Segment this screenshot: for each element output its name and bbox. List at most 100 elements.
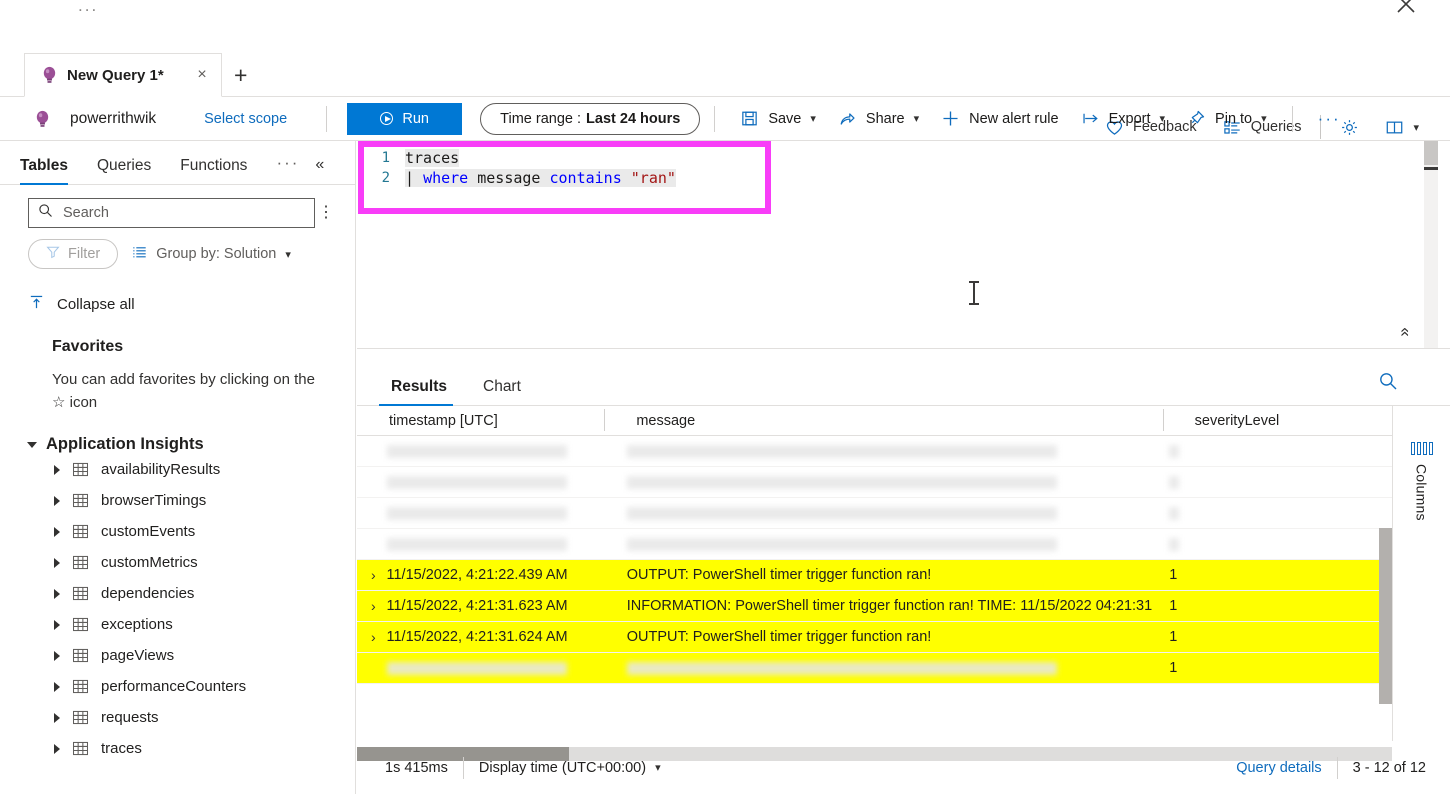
pin-to-button[interactable]: Pin to ▾ [1176, 103, 1278, 135]
chevron-down-icon[interactable]: ▾ [285, 248, 291, 261]
code-text[interactable]: traces [405, 149, 460, 167]
export-button[interactable]: Export ▾ [1070, 103, 1176, 135]
display-time-selector[interactable]: Display time (UTC+00:00) ▾ [479, 760, 661, 776]
cell-message [626, 444, 1169, 458]
table-row[interactable] [357, 467, 1392, 498]
column-header-timestamp[interactable]: timestamp [UTC] [357, 413, 604, 429]
table-icon [72, 647, 89, 664]
caret-right-icon[interactable] [54, 495, 60, 506]
table-row[interactable] [357, 529, 1392, 560]
table-icon [72, 678, 89, 695]
table-item-performancecounters[interactable]: performanceCounters [0, 671, 355, 702]
caret-right-icon[interactable] [54, 526, 60, 537]
query-editor[interactable]: 1 traces 2 | where message contains "ran" « [357, 141, 1450, 349]
table-item-exceptions[interactable]: exceptions [0, 609, 355, 640]
editor-vertical-scrollbar-thumb[interactable] [1424, 141, 1438, 165]
table-row[interactable]: › 11/15/2022, 4:21:31.623 AM INFORMATION: … [357, 591, 1392, 622]
chevron-down-icon[interactable]: ▾ [810, 112, 816, 125]
tab-queries[interactable]: Queries [97, 157, 166, 184]
scope-resource[interactable]: powerrithwik [34, 110, 156, 128]
tab-close-icon[interactable]: × [193, 66, 211, 84]
tab-functions[interactable]: Functions [180, 157, 262, 184]
toolbar-more-button[interactable]: ··· [1307, 103, 1352, 135]
chevron-down-icon[interactable]: ▾ [655, 761, 661, 774]
filter-button[interactable]: Filter [28, 239, 119, 269]
column-header-message[interactable]: message [604, 408, 1162, 431]
status-divider [1336, 756, 1338, 779]
table-item-availabilityresults[interactable]: availabilityResults [0, 454, 355, 485]
redacted-content [386, 475, 567, 489]
editor-vertical-scrollbar-track[interactable] [1424, 141, 1438, 348]
table-item-pageviews[interactable]: pageViews [0, 640, 355, 671]
close-icon[interactable] [1392, 0, 1420, 18]
table-row[interactable]: 1 [357, 653, 1392, 684]
tables-kebab-menu[interactable]: ⋮ [315, 205, 337, 221]
tab-results[interactable]: Results [379, 378, 453, 406]
table-row[interactable] [357, 498, 1392, 529]
columns-panel-label: Columns [1413, 464, 1430, 521]
window-overflow-ellipsis[interactable]: ... [78, 0, 98, 16]
time-range-prefix: Time range : [500, 110, 582, 127]
chevron-down-icon[interactable]: ▾ [1261, 112, 1267, 125]
query-code[interactable]: 1 traces 2 | where message contains "ran" [357, 141, 1450, 188]
caret-right-icon[interactable] [54, 464, 60, 475]
collapse-pane-button[interactable]: « [315, 156, 324, 184]
editor-collapse-button[interactable]: « [1395, 327, 1415, 336]
row-expand-icon[interactable]: › [357, 629, 387, 645]
table-icon [72, 461, 89, 478]
table-row[interactable]: › 11/15/2022, 4:21:22.439 AM OUTPUT: Power… [357, 560, 1392, 591]
table-item-traces[interactable]: traces [0, 733, 355, 764]
search-input-wrapper[interactable] [28, 198, 315, 228]
table-row[interactable] [357, 436, 1392, 467]
results-vertical-scrollbar-thumb[interactable] [1379, 528, 1392, 704]
run-button[interactable]: Run [347, 102, 463, 135]
share-button[interactable]: Share ▾ [827, 103, 930, 135]
add-tab-button[interactable]: + [234, 64, 247, 87]
table-item-requests[interactable]: requests [0, 702, 355, 733]
toolbar-divider [714, 105, 716, 132]
select-scope-link[interactable]: Select scope [204, 111, 287, 127]
text-cursor-icon [969, 281, 979, 305]
cell-message: OUTPUT: PowerShell timer trigger functio… [626, 567, 932, 583]
group-application-insights[interactable]: Application Insights [0, 414, 355, 454]
query-tab[interactable]: New Query 1* × [24, 53, 222, 97]
table-item-custommetrics[interactable]: customMetrics [0, 547, 355, 578]
cell-timestamp [386, 661, 627, 675]
row-expand-icon[interactable]: › [357, 567, 387, 583]
table-item-dependencies[interactable]: dependencies [0, 578, 355, 609]
columns-panel[interactable]: Columns [1392, 406, 1450, 741]
table-item-label: performanceCounters [101, 678, 247, 695]
column-header-severitylevel[interactable]: severityLevel [1162, 408, 1392, 431]
code-text[interactable]: | where message contains "ran" [405, 169, 676, 187]
cell-severitylevel [1169, 537, 1392, 551]
code-line[interactable]: 2 | where message contains "ran" [357, 168, 1450, 188]
caret-right-icon[interactable] [54, 557, 60, 568]
group-by-button[interactable]: Group by: Solution ▾ [132, 245, 291, 264]
caret-right-icon[interactable] [54, 743, 60, 754]
redacted-content [386, 444, 567, 458]
caret-right-icon[interactable] [54, 712, 60, 723]
chevron-down-icon[interactable]: ▾ [914, 112, 920, 125]
code-token: traces [405, 149, 460, 167]
collapse-all-button[interactable]: Collapse all [0, 269, 355, 315]
query-details-link[interactable]: Query details [1236, 760, 1321, 776]
tables-pane-more-button[interactable]: ··· [276, 153, 299, 184]
tab-tables[interactable]: Tables [20, 157, 83, 185]
caret-right-icon[interactable] [54, 619, 60, 630]
code-line[interactable]: 1 traces [357, 148, 1450, 168]
new-alert-rule-button[interactable]: New alert rule [930, 103, 1069, 135]
results-search-icon[interactable] [1378, 371, 1398, 396]
search-input[interactable] [61, 204, 305, 222]
table-item-customevents[interactable]: customEvents [0, 516, 355, 547]
table-row[interactable]: › 11/15/2022, 4:21:31.624 AM OUTPUT: Power… [357, 622, 1392, 653]
caret-right-icon[interactable] [54, 588, 60, 599]
save-button[interactable]: Save ▾ [729, 103, 827, 135]
pane-resize-handle[interactable]: ⋮ [350, 584, 355, 599]
table-item-browsertimings[interactable]: browserTimings [0, 485, 355, 516]
tab-chart[interactable]: Chart [477, 378, 527, 405]
row-expand-icon[interactable]: › [357, 598, 387, 614]
chevron-down-icon[interactable]: ▾ [1160, 112, 1166, 125]
time-range-picker[interactable]: Time range : Last 24 hours [480, 102, 701, 135]
caret-right-icon[interactable] [54, 650, 60, 661]
caret-right-icon[interactable] [54, 681, 60, 692]
